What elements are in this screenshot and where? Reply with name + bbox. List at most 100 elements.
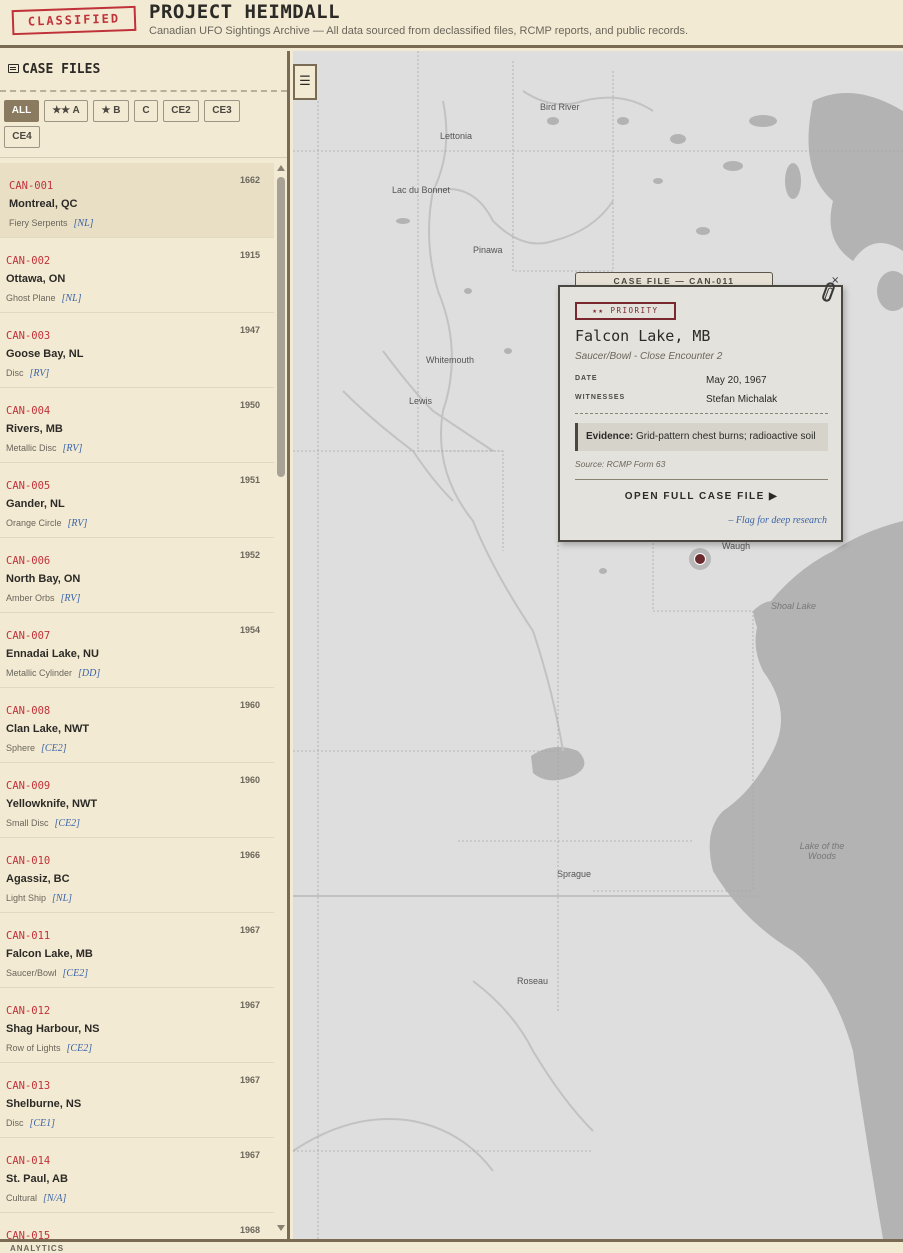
case-location: Ennadai Lake, NU <box>6 648 99 660</box>
case-item[interactable]: CAN-005 1951 Gander, NL Orange Circle [RV… <box>0 463 274 538</box>
case-shape: Cultural [N/A] <box>6 1193 66 1204</box>
case-class: [CE2] <box>66 1043 93 1054</box>
case-location: Agassiz, BC <box>6 873 70 885</box>
shape-text: Row of Lights <box>6 1043 61 1053</box>
case-class: [RV] <box>60 593 81 604</box>
case-item[interactable]: CAN-012 1967 Shag Harbour, NS Row of Lig… <box>0 988 274 1063</box>
case-item[interactable]: CAN-008 1960 Clan Lake, NWT Sphere [CE2] <box>0 688 274 763</box>
shape-text: Amber Orbs <box>6 593 55 603</box>
case-shape: Fiery Serpents [NL] <box>9 218 94 229</box>
case-item[interactable]: CAN-003 1947 Goose Bay, NL Disc [RV] <box>0 313 274 388</box>
case-location: Yellowknife, NWT <box>6 798 98 810</box>
case-item[interactable]: CAN-006 1952 North Bay, ON Amber Orbs [RV… <box>0 538 274 613</box>
map-view[interactable]: ☰ Bird River Lettonia Lac du Bonnet Pina… <box>293 51 903 1239</box>
priority-badge: ★★ PRIORITY <box>575 302 676 320</box>
case-year: 1960 <box>239 775 260 785</box>
case-item[interactable]: CAN-004 1950 Rivers, MB Metallic Disc [RV… <box>0 388 274 463</box>
filter-all[interactable]: ALL <box>4 100 39 122</box>
case-item[interactable]: CAN-011 1967 Falcon Lake, MB Saucer/Bowl… <box>0 913 274 988</box>
case-code: CAN-013 <box>6 1080 51 1092</box>
witnesses-value: Stefan Michalak <box>706 394 778 405</box>
popup-type: Saucer/Bowl - Close Encounter 2 <box>575 351 723 362</box>
case-code: CAN-014 <box>6 1155 51 1167</box>
map-label: Waugh <box>722 541 751 551</box>
scroll-thumb[interactable] <box>277 177 285 477</box>
shape-text: Orange Circle <box>6 518 62 528</box>
shape-text: Fiery Serpents <box>9 218 68 228</box>
evidence-label: Evidence: <box>586 431 634 442</box>
case-item[interactable]: CAN-007 1954 Ennadai Lake, NU Metallic C… <box>0 613 274 688</box>
map-label: Pinawa <box>473 245 503 255</box>
map-label: Shoal Lake <box>771 601 817 611</box>
shape-text: Cultural <box>6 1193 38 1203</box>
case-year: 1966 <box>239 850 260 860</box>
case-item[interactable]: CAN-002 1915 Ottawa, ON Ghost Plane [NL] <box>0 238 274 313</box>
case-code: CAN-009 <box>6 780 51 792</box>
open-case-file-button[interactable]: OPEN FULL CASE FILE ▶ <box>575 487 828 507</box>
sighting-marker[interactable] <box>689 548 711 570</box>
case-item[interactable]: CAN-001 1662 Montreal, QC Fiery Serpents… <box>0 163 274 238</box>
case-year: 1950 <box>239 400 260 410</box>
divider <box>0 157 287 158</box>
sidebar-title: CASE FILES <box>22 62 101 77</box>
case-item[interactable]: CAN-010 1966 Agassiz, BC Light Ship [NL] <box>0 838 274 913</box>
case-location: North Bay, ON <box>6 573 81 585</box>
map-label: Bird River <box>540 102 580 112</box>
popup-location: Falcon Lake, MB <box>575 327 711 345</box>
case-class: [CE2] <box>41 743 67 754</box>
filter-ce4[interactable]: CE4 <box>4 126 40 148</box>
map-label: Roseau <box>517 976 549 986</box>
map-label: Sprague <box>557 869 592 879</box>
case-item[interactable]: CAN-009 1960 Yellowknife, NWT Small Disc… <box>0 763 274 838</box>
case-code: CAN-005 <box>6 480 51 492</box>
scrollbar[interactable] <box>276 163 286 1239</box>
map-canvas <box>293 51 903 1239</box>
filter-b[interactable]: ★ B <box>93 100 129 122</box>
case-location: Montreal, QC <box>9 198 78 210</box>
case-code: CAN-008 <box>6 705 51 717</box>
map-label: Lake of the Woods <box>799 841 845 861</box>
case-shape: Amber Orbs [RV] <box>6 593 80 604</box>
case-location: Goose Bay, NL <box>6 348 84 360</box>
shape-text: Small Disc <box>6 818 49 828</box>
case-list: CAN-001 1662 Montreal, QC Fiery Serpents… <box>0 163 274 1239</box>
case-shape: Metallic Cylinder [DD] <box>6 668 100 679</box>
case-code: CAN-011 <box>6 930 51 942</box>
case-item[interactable]: CAN-015 1968 <box>0 1213 274 1239</box>
sidebar-toggle-button[interactable]: ☰ <box>293 64 317 100</box>
case-class: [N/A] <box>43 1193 67 1204</box>
case-item[interactable]: CAN-014 1967 St. Paul, AB Cultural [N/A] <box>0 1138 274 1213</box>
classified-stamp: CLASSIFIED <box>11 5 137 36</box>
case-location: Gander, NL <box>6 498 65 510</box>
flag-research-link[interactable]: – Flag for deep research <box>728 515 827 526</box>
shape-text: Light Ship <box>6 893 47 903</box>
case-year: 1952 <box>239 550 260 560</box>
case-item[interactable]: CAN-013 1967 Shelburne, NS Disc [CE1] <box>0 1063 274 1138</box>
case-year: 1954 <box>239 625 260 635</box>
filter-ce3[interactable]: CE3 <box>204 100 240 122</box>
case-year: 1662 <box>239 175 260 185</box>
filter-c[interactable]: C <box>134 100 158 122</box>
scroll-down-arrow-icon[interactable] <box>277 1225 285 1231</box>
date-value: May 20, 1967 <box>706 375 767 386</box>
footer-text: ANALYTICS <box>10 1244 65 1253</box>
case-location: Ottawa, ON <box>6 273 66 285</box>
evidence-text: Grid-pattern chest burns; radioactive so… <box>636 431 816 442</box>
case-class: [RV] <box>62 443 83 454</box>
case-code: CAN-001 <box>9 180 54 192</box>
scroll-up-arrow-icon[interactable] <box>277 165 285 171</box>
map-label: Lac du Bonnet <box>392 185 451 195</box>
case-code: CAN-012 <box>6 1005 51 1017</box>
case-shape: Disc [CE1] <box>6 1118 55 1129</box>
witnesses-label: WITNESSES <box>575 394 626 401</box>
case-code: CAN-010 <box>6 855 51 867</box>
map-label: Lettonia <box>440 131 473 141</box>
case-shape: Sphere [CE2] <box>6 743 67 754</box>
case-class: [CE1] <box>29 1118 56 1129</box>
case-class: [CE2] <box>54 818 81 829</box>
filter-a[interactable]: ★★ A <box>44 100 88 122</box>
filter-ce2[interactable]: CE2 <box>163 100 199 122</box>
case-location: Shelburne, NS <box>6 1098 82 1110</box>
case-class: [NL] <box>61 293 82 304</box>
case-shape: Orange Circle [RV] <box>6 518 87 529</box>
